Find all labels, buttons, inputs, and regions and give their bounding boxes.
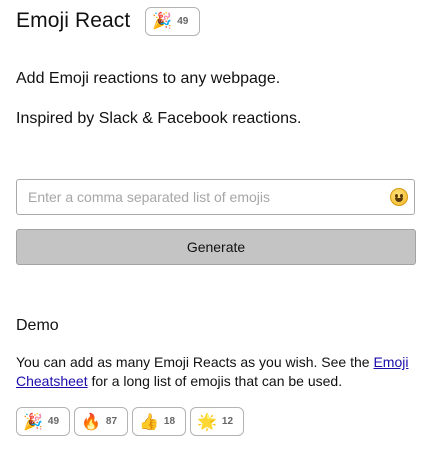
- demo-text-before: You can add as many Emoji Reacts as you …: [16, 354, 374, 370]
- intro-line-2: Inspired by Slack & Facebook reactions.: [16, 110, 302, 127]
- thumbs-up-icon: 👍: [139, 411, 159, 431]
- header-react-button[interactable]: 🎉 49: [145, 6, 201, 36]
- page-title: Emoji React: [16, 9, 131, 32]
- demo-description: You can add as many Emoji Reacts as you …: [16, 353, 418, 391]
- demo-react-button-party[interactable]: 🎉 49: [16, 407, 70, 436]
- page: Emoji React 🎉 49 Add Emoji reactions to …: [0, 0, 434, 460]
- demo-react-button-fire[interactable]: 🔥 87: [74, 407, 128, 436]
- react-count: 87: [105, 416, 118, 427]
- party-popper-icon: 🎉: [23, 411, 43, 431]
- glowing-star-icon: 🌟: [197, 411, 217, 431]
- demo-reacts-row: 🎉 49 🔥 87 👍 18 🌟 12: [16, 407, 244, 436]
- generate-button[interactable]: Generate: [16, 229, 416, 265]
- react-count: 12: [221, 416, 234, 427]
- smiley-icon[interactable]: [390, 188, 408, 206]
- demo-react-button-thumbsup[interactable]: 👍 18: [132, 407, 186, 436]
- demo-react-button-star[interactable]: 🌟 12: [190, 407, 244, 436]
- header: Emoji React 🎉 49: [16, 6, 201, 36]
- intro-line-1: Add Emoji reactions to any webpage.: [16, 70, 281, 87]
- react-count: 18: [163, 416, 176, 427]
- demo-text-after: for a long list of emojis that can be us…: [87, 373, 343, 389]
- emoji-list-input[interactable]: [17, 180, 414, 214]
- emoji-input-wrapper: [16, 179, 415, 215]
- demo-section-title: Demo: [16, 317, 59, 334]
- fire-icon: 🔥: [81, 411, 101, 431]
- react-count: 49: [177, 15, 189, 27]
- react-count: 49: [47, 416, 60, 427]
- party-popper-icon: 🎉: [152, 11, 173, 30]
- smiley-mouth: [395, 198, 403, 202]
